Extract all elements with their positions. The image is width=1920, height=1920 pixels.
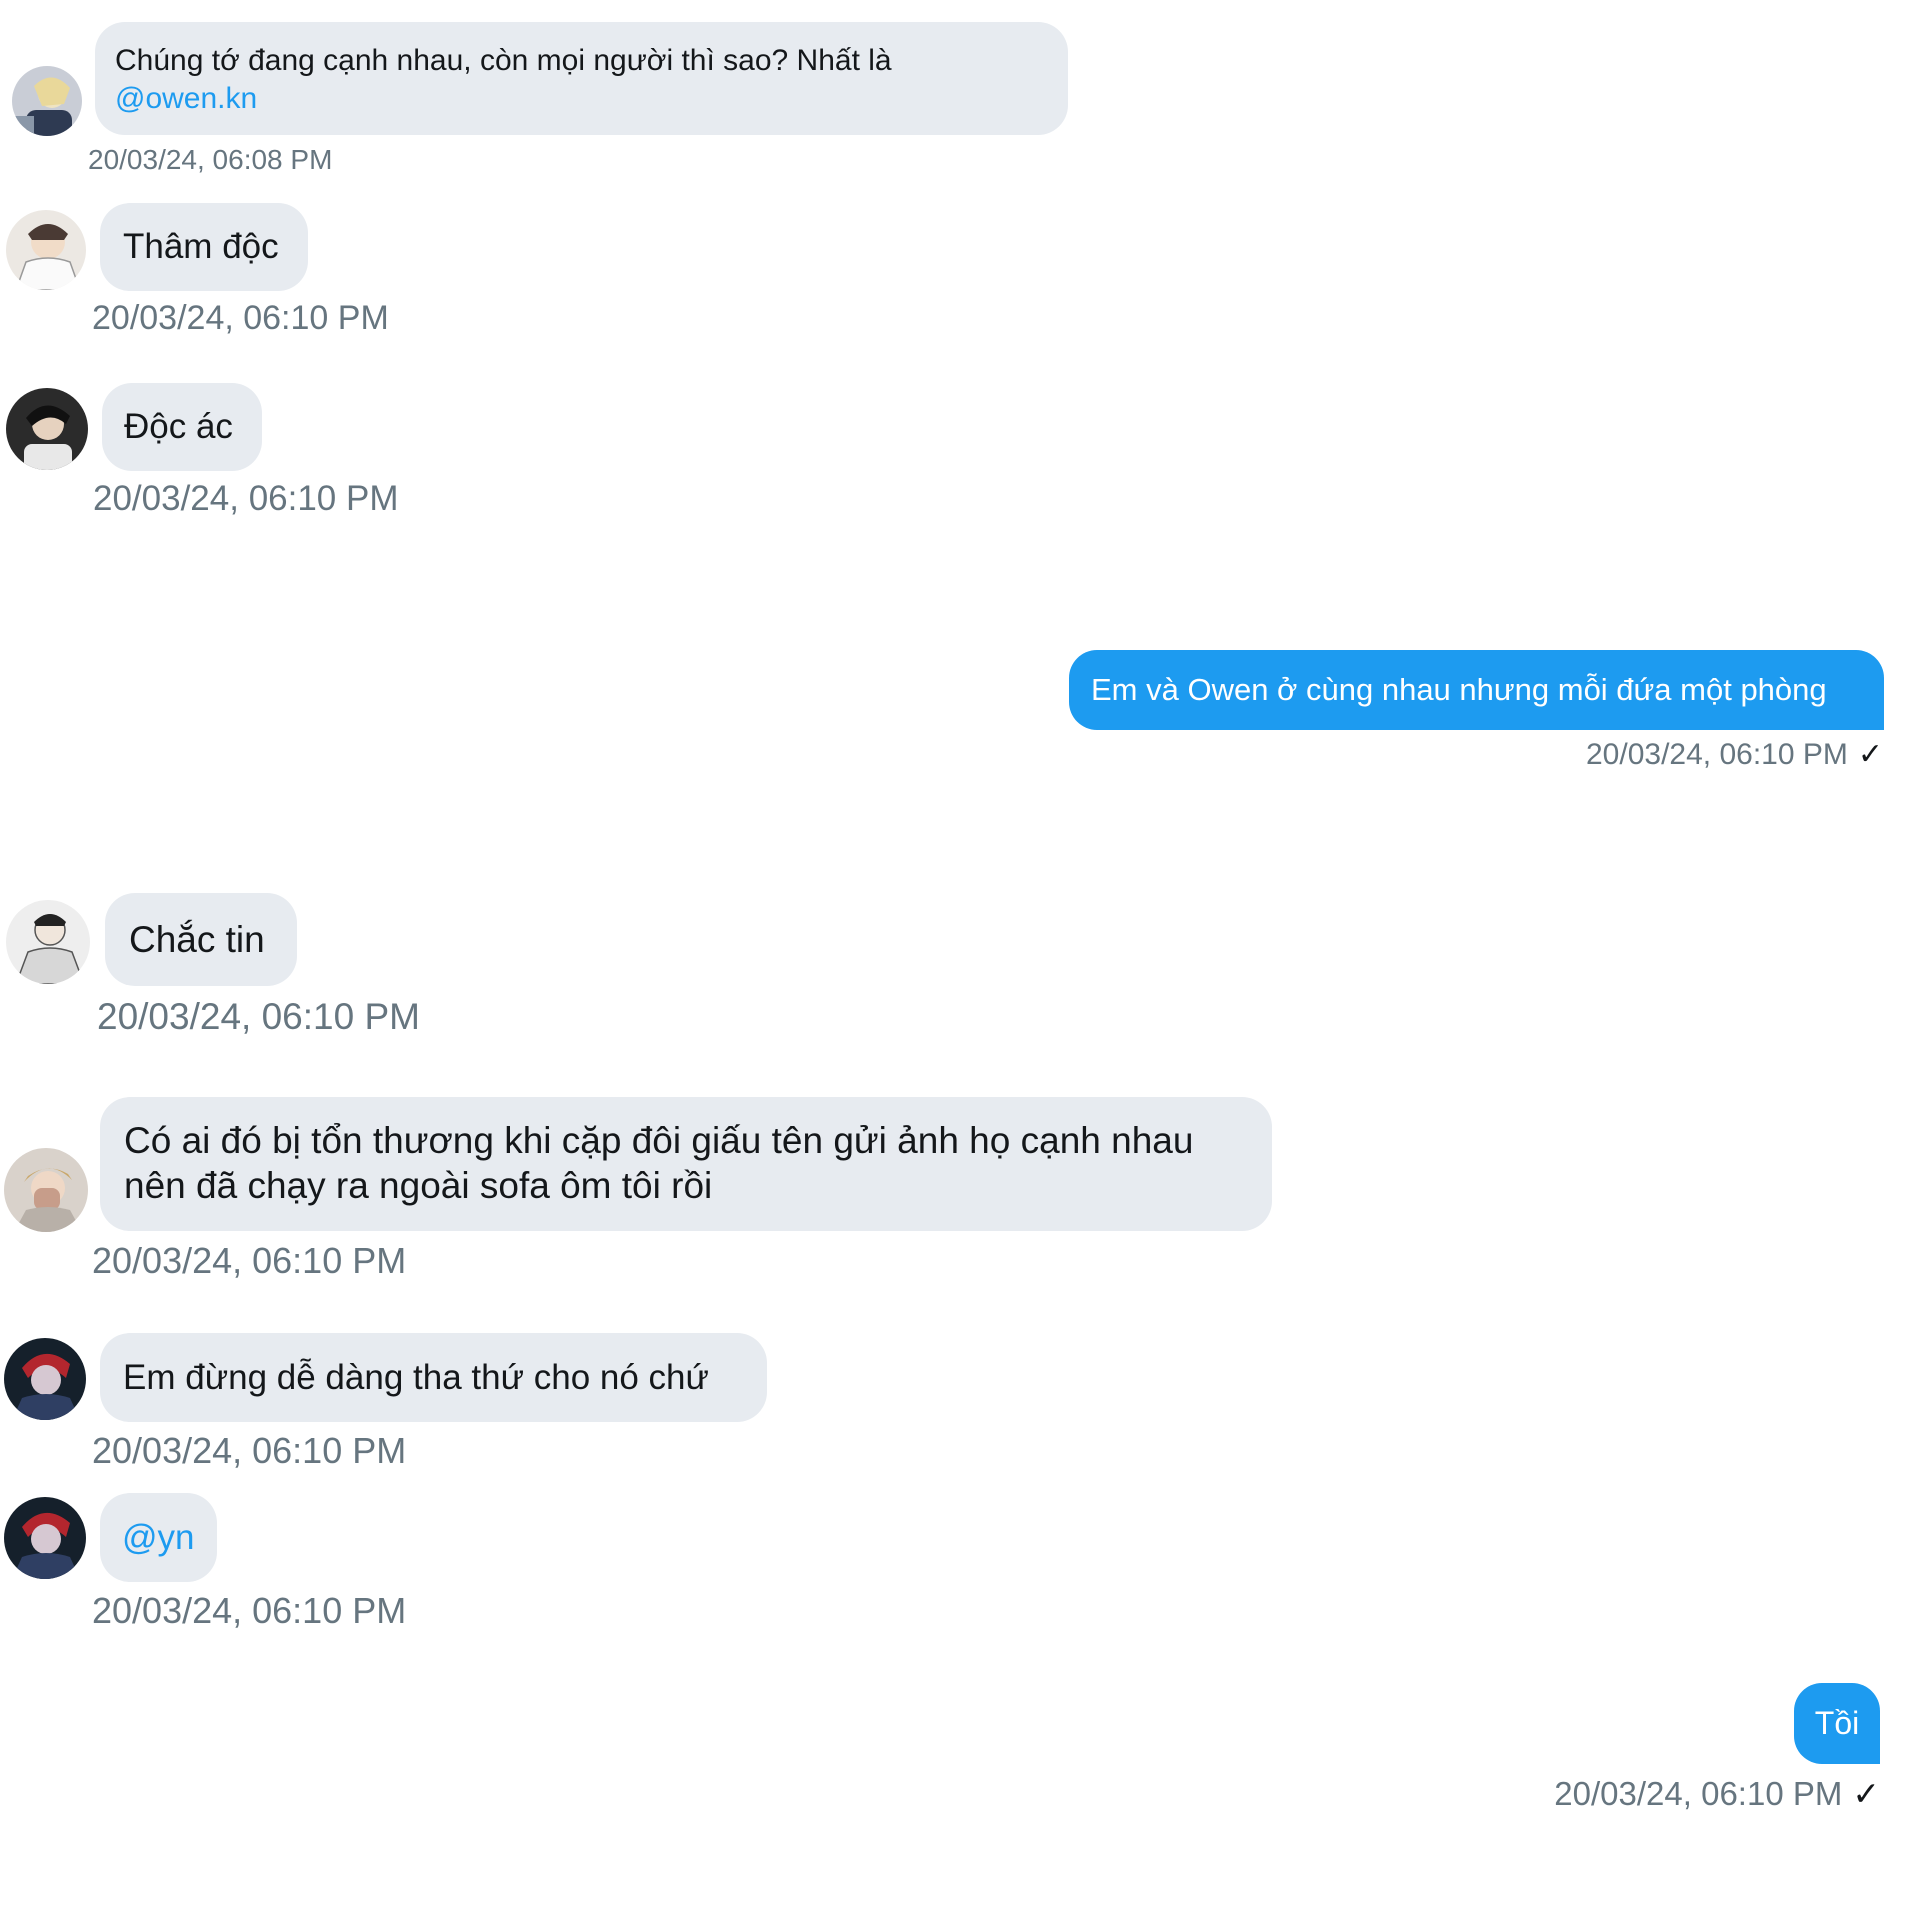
message-timestamp: 20/03/24, 06:08 PM bbox=[88, 144, 333, 175]
avatar[interactable] bbox=[4, 1148, 88, 1232]
message-bubble[interactable]: Em đừng dễ dàng tha thứ cho nó chứ bbox=[100, 1333, 767, 1422]
message-timestamp: 20/03/24, 06:10 PM ✓ bbox=[1440, 1774, 1880, 1814]
message-timestamp: 20/03/24, 06:10 PM bbox=[92, 1430, 407, 1471]
chat-thread: Chúng tớ đang cạnh nhau, còn mọi người t… bbox=[0, 0, 1920, 1920]
sent-check-icon: ✓ bbox=[1852, 1775, 1880, 1812]
message-text: Thâm độc bbox=[123, 227, 279, 266]
avatar[interactable] bbox=[4, 1338, 86, 1420]
message-text: Chúng tớ đang cạnh nhau, còn mọi người t… bbox=[115, 44, 892, 77]
timestamp-text: 20/03/24, 06:10 PM bbox=[1586, 738, 1848, 771]
message-bubble-outgoing[interactable]: Em và Owen ở cùng nhau nhưng mỗi đứa một… bbox=[1069, 650, 1884, 730]
timestamp-text: 20/03/24, 06:10 PM bbox=[1554, 1775, 1843, 1812]
message-timestamp: 20/03/24, 06:10 PM bbox=[92, 1240, 407, 1281]
avatar[interactable] bbox=[4, 1497, 86, 1579]
message-timestamp: 20/03/24, 06:10 PM bbox=[92, 299, 389, 337]
mention-link[interactable]: @yn bbox=[122, 1518, 195, 1557]
message-bubble[interactable]: Độc ác bbox=[102, 383, 262, 471]
mention-link[interactable]: @owen.kn bbox=[115, 80, 1048, 118]
message-text-line2: nên đã chạy ra ngoài sofa ôm tôi rồi bbox=[124, 1165, 713, 1206]
message-text: Em đừng dễ dàng tha thứ cho nó chứ bbox=[123, 1358, 709, 1397]
message-bubble[interactable]: Chắc tin bbox=[105, 893, 297, 986]
message-text: Chắc tin bbox=[129, 919, 265, 960]
message-timestamp: 20/03/24, 06:10 PM bbox=[93, 479, 399, 518]
message-text: Độc ác bbox=[124, 407, 233, 446]
sent-check-icon: ✓ bbox=[1857, 738, 1883, 771]
message-text: Tồi bbox=[1814, 1705, 1860, 1741]
message-text-line1: Có ai đó bị tổn thương khi cặp đôi giấu … bbox=[124, 1120, 1194, 1161]
message-timestamp: 20/03/24, 06:10 PM bbox=[97, 996, 420, 1037]
message-bubble[interactable]: @yn bbox=[100, 1493, 217, 1582]
message-text: Em và Owen ở cùng nhau nhưng mỗi đứa một… bbox=[1091, 672, 1827, 707]
message-timestamp: 20/03/24, 06:10 PM bbox=[92, 1590, 407, 1631]
message-timestamp: 20/03/24, 06:10 PM ✓ bbox=[1450, 737, 1883, 773]
message-bubble[interactable]: Chúng tớ đang cạnh nhau, còn mọi người t… bbox=[95, 22, 1068, 135]
avatar[interactable] bbox=[6, 388, 88, 470]
avatar[interactable] bbox=[6, 210, 86, 290]
message-bubble[interactable]: Có ai đó bị tổn thương khi cặp đôi giấu … bbox=[100, 1097, 1272, 1231]
avatar[interactable] bbox=[6, 900, 90, 984]
avatar[interactable] bbox=[12, 66, 82, 136]
message-bubble[interactable]: Thâm độc bbox=[100, 203, 308, 291]
message-bubble-outgoing[interactable]: Tồi bbox=[1794, 1683, 1880, 1764]
